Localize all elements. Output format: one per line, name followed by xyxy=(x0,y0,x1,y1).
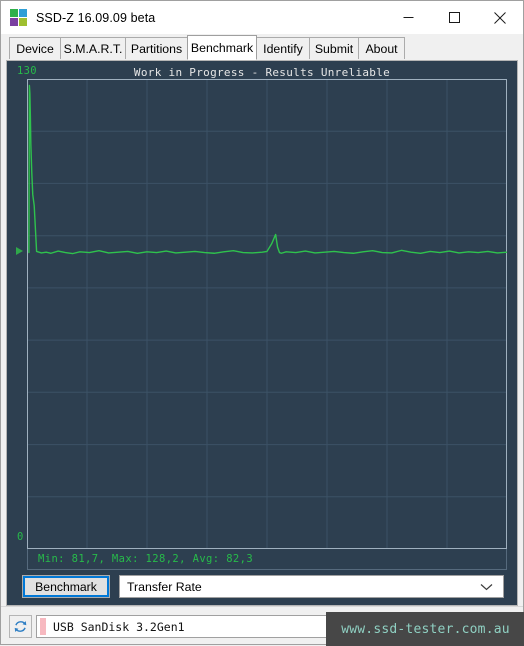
refresh-button[interactable] xyxy=(9,615,32,638)
tab-smart[interactable]: S.M.A.R.T. xyxy=(60,37,126,60)
benchmark-controls: Benchmark Transfer Rate xyxy=(7,570,517,605)
benchmark-panel: Work in Progress - Results Unreliable 13… xyxy=(6,60,518,606)
tab-strip: Device S.M.A.R.T. Partitions Benchmark I… xyxy=(1,34,523,60)
tab-label: Partitions xyxy=(130,42,183,56)
icon-square-green xyxy=(10,9,18,17)
tab-label: S.M.A.R.T. xyxy=(63,42,123,56)
device-color-chip xyxy=(40,618,46,635)
tab-label: About xyxy=(365,42,398,56)
tab-label: Device xyxy=(16,42,54,56)
tab-label: Benchmark xyxy=(190,40,254,55)
transfer-rate-plot xyxy=(27,79,507,549)
run-benchmark-button[interactable]: Benchmark xyxy=(22,575,110,598)
icon-square-blue xyxy=(19,9,27,17)
tab-device[interactable]: Device xyxy=(9,37,61,60)
benchmark-mode-value: Transfer Rate xyxy=(127,579,202,594)
maximize-icon xyxy=(448,12,460,23)
tab-partitions[interactable]: Partitions xyxy=(125,37,188,60)
device-select-value: USB SanDisk 3.2Gen1 xyxy=(53,619,185,634)
minimize-icon xyxy=(403,17,413,18)
site-watermark: www.ssd-tester.com.au xyxy=(326,612,524,646)
icon-square-purple xyxy=(10,18,18,26)
icon-square-olive xyxy=(19,18,27,26)
window-controls xyxy=(385,1,523,34)
y-axis-min-label: 0 xyxy=(17,531,24,543)
chart-title: Work in Progress - Results Unreliable xyxy=(133,66,391,79)
benchmark-panel-inner: Work in Progress - Results Unreliable 13… xyxy=(7,61,517,605)
benchmark-stats-text: Min: 81,7, Max: 128,2, Avg: 82,3 xyxy=(38,553,254,565)
refresh-icon xyxy=(14,621,27,632)
watermark-text: www.ssd-tester.com.au xyxy=(341,621,510,637)
window-title: SSD-Z 16.09.09 beta xyxy=(36,10,156,25)
tab-benchmark[interactable]: Benchmark xyxy=(187,35,257,60)
tab-label: Identify xyxy=(263,42,303,56)
tab-identify[interactable]: Identify xyxy=(256,37,310,60)
current-value-marker xyxy=(16,247,23,256)
benchmark-stats-box: Min: 81,7, Max: 128,2, Avg: 82,3 xyxy=(27,549,507,570)
app-window: SSD-Z 16.09.09 beta Device S.M.A.R.T. Pa… xyxy=(0,0,524,646)
maximize-button[interactable] xyxy=(431,1,477,34)
chart-gridlines xyxy=(27,79,507,549)
ssdz-app-icon xyxy=(10,9,27,26)
tab-label: Submit xyxy=(314,42,354,56)
plot-svg xyxy=(27,79,507,549)
close-button[interactable] xyxy=(477,1,523,34)
tab-about[interactable]: About xyxy=(358,37,405,60)
close-icon xyxy=(494,11,506,24)
benchmark-mode-select[interactable]: Transfer Rate xyxy=(119,575,504,598)
y-axis-max-label: 130 xyxy=(17,65,37,77)
tab-submit[interactable]: Submit xyxy=(309,37,359,60)
minimize-button[interactable] xyxy=(385,1,431,34)
transfer-rate-line xyxy=(28,84,507,255)
title-bar: SSD-Z 16.09.09 beta xyxy=(1,1,523,34)
chevron-down-icon xyxy=(480,583,493,591)
